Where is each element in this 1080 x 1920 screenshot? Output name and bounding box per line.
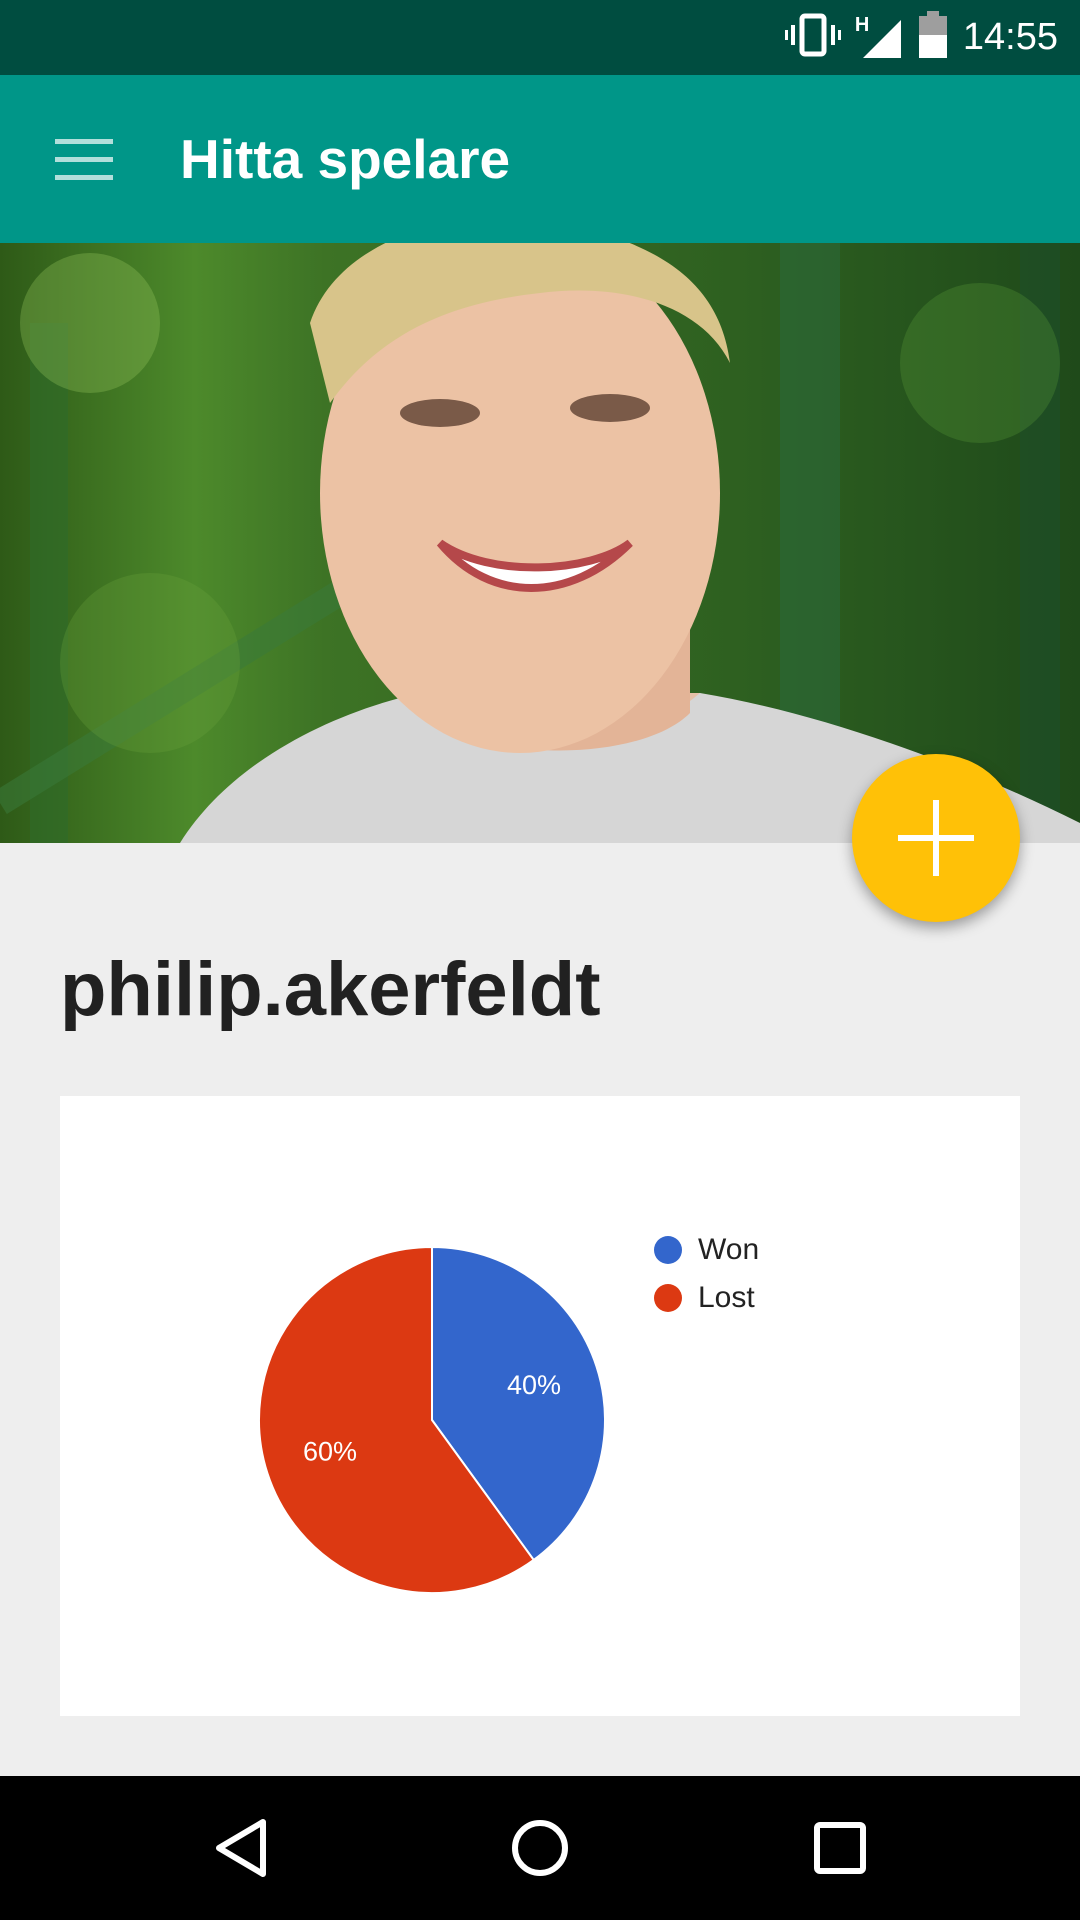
battery-icon [917, 11, 949, 64]
recents-button[interactable] [785, 1796, 895, 1900]
back-button[interactable] [186, 1796, 296, 1900]
plus-icon [898, 800, 974, 876]
menu-icon [55, 139, 113, 180]
recents-icon [814, 1822, 866, 1874]
system-nav-bar [0, 1776, 1080, 1920]
legend-label-lost: Lost [698, 1281, 755, 1314]
add-player-button[interactable] [852, 754, 1020, 922]
signal-icon: H [855, 14, 903, 60]
legend-item-lost: Lost [654, 1274, 759, 1322]
stats-card: 40% 60% Won Lost [60, 1096, 1020, 1716]
app-title: Hitta spelare [180, 128, 511, 190]
username: philip.akerfeldt [60, 947, 601, 1032]
legend-item-won: Won [654, 1226, 759, 1274]
status-bar: H 14:55 [0, 0, 1080, 75]
profile-photo [0, 243, 1080, 843]
pie-label-lost: 60% [303, 1436, 357, 1466]
pie-label-won: 40% [507, 1370, 561, 1400]
back-icon [216, 1819, 266, 1877]
chart-legend: Won Lost [654, 1226, 759, 1322]
status-icons: H 14:55 [784, 0, 1058, 75]
legend-swatch-lost [654, 1284, 682, 1312]
profile-photo-illustration [0, 243, 1080, 843]
vibrate-icon [784, 13, 841, 62]
legend-swatch-won [654, 1236, 682, 1264]
home-icon [512, 1820, 568, 1876]
home-button[interactable] [485, 1796, 595, 1900]
status-time: 14:55 [962, 16, 1058, 58]
legend-label-won: Won [698, 1233, 760, 1266]
app-bar: Hitta spelare [0, 75, 1080, 243]
win-loss-pie-chart: 40% 60% [258, 1245, 606, 1594]
menu-button[interactable] [40, 123, 128, 195]
